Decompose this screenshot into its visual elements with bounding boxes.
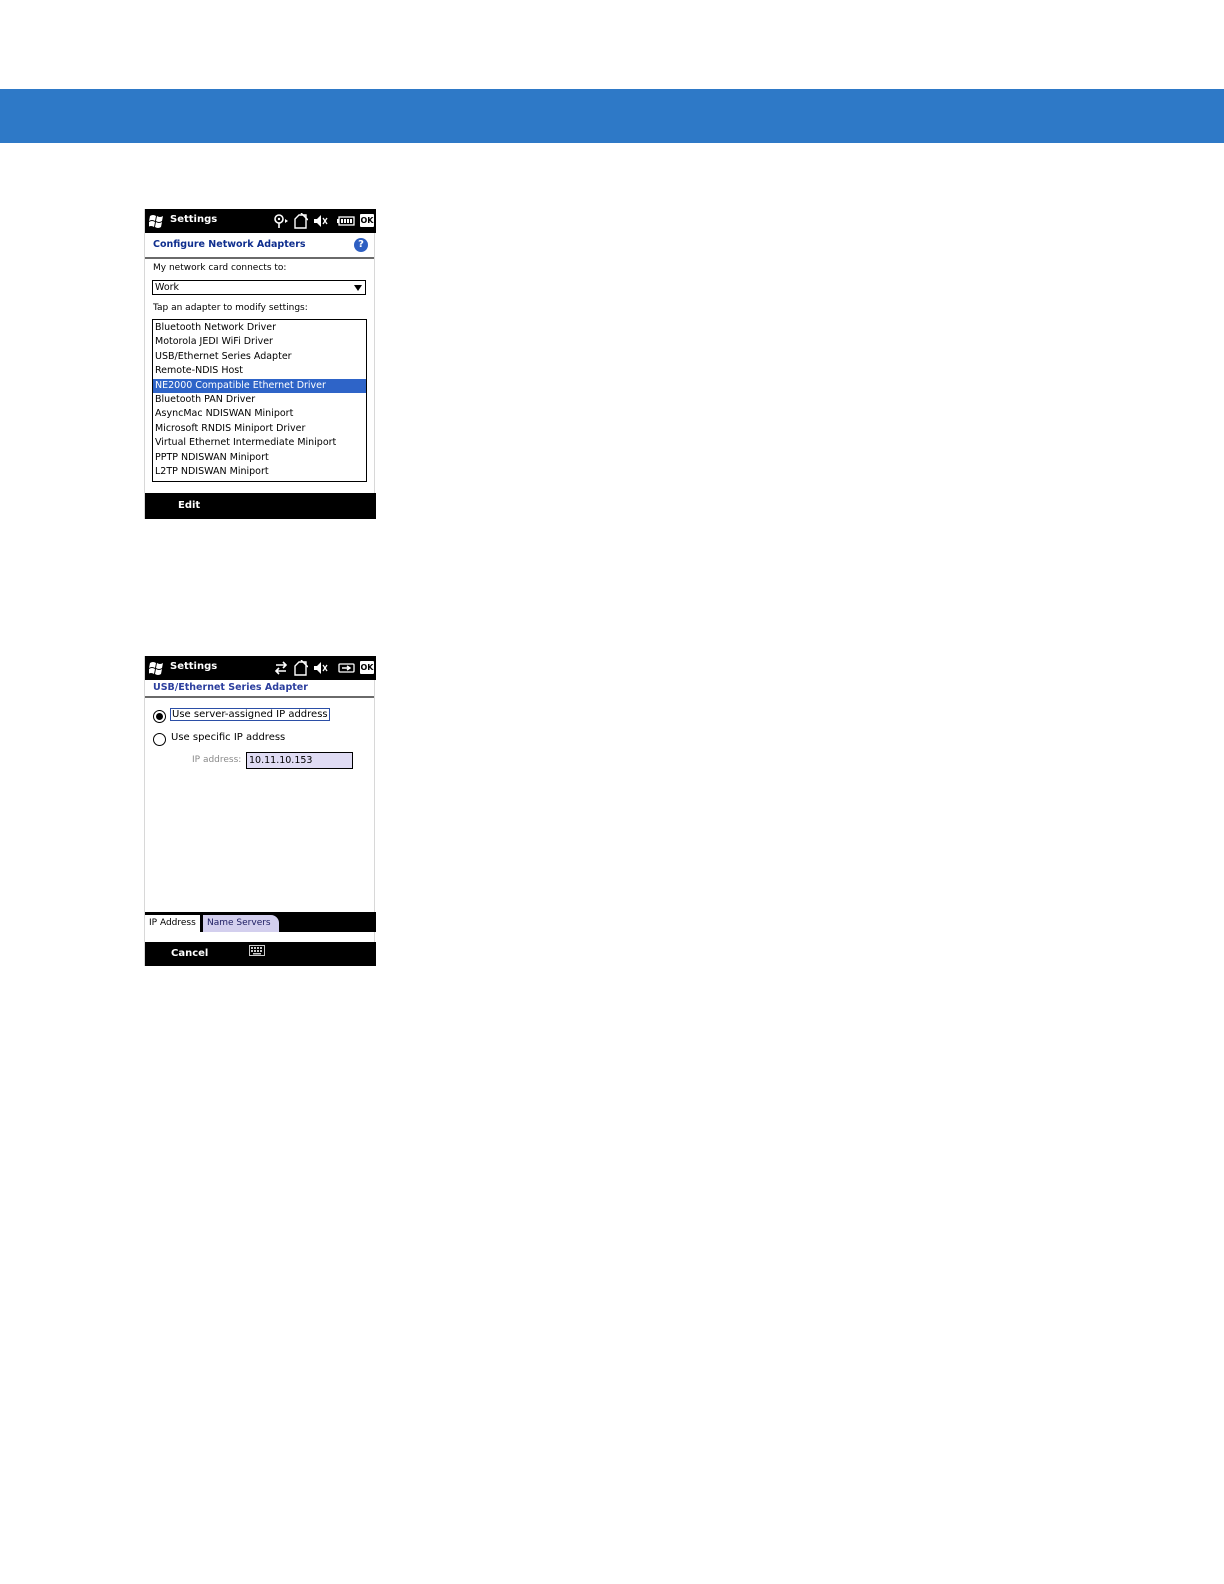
cancel-softkey[interactable]: Cancel [171,948,208,959]
title-text: Settings [170,661,218,672]
wifi-signal-icon[interactable] [273,213,289,229]
page-title: Configure Network Adapters [153,239,306,250]
page-header: Configure Network Adapters ? [145,233,374,259]
adapter-item[interactable]: Bluetooth PAN Driver [153,393,366,407]
keyboard-icon[interactable] [249,945,265,956]
adapter-list-label: Tap an adapter to modify settings: [153,303,308,313]
title-text: Settings [170,214,218,225]
speaker-mute-icon[interactable] [313,213,328,229]
windows-logo-icon[interactable] [149,661,164,675]
sync-icon[interactable] [293,660,308,676]
page-header: USB/Ethernet Series Adapter [145,680,374,698]
tab-ip-address[interactable]: IP Address [145,915,200,932]
tab-strip: IP Address Name Servers [145,912,376,932]
adapter-list[interactable]: Bluetooth Network Driver Motorola JEDI W… [152,319,367,482]
network-select[interactable]: Work [152,280,366,295]
adapter-item[interactable]: USB/Ethernet Series Adapter [153,350,366,364]
ip-address-field[interactable]: 10.11.10.153 [246,752,353,769]
edit-softkey[interactable]: Edit [178,500,200,511]
sync-icon[interactable] [293,213,308,229]
speaker-mute-icon[interactable] [313,660,328,676]
softkey-bar: Cancel [145,942,376,966]
battery-icon[interactable] [337,213,355,229]
title-bar: Settings OK [145,209,376,233]
ok-button[interactable]: OK [360,214,374,227]
ok-button[interactable]: OK [360,661,374,674]
data-transfer-icon[interactable] [273,660,289,676]
adapter-item[interactable]: PPTP NDISWAN Miniport [153,451,366,465]
page-banner [0,89,1224,143]
adapter-item[interactable]: Remote-NDIS Host [153,364,366,378]
server-assigned-label[interactable]: Use server-assigned IP address [170,708,330,721]
help-icon[interactable]: ? [354,238,368,252]
adapter-item-selected[interactable]: NE2000 Compatible Ethernet Driver [153,378,366,393]
network-select-value: Work [155,282,180,293]
windows-logo-icon[interactable] [149,214,164,228]
chevron-down-icon[interactable] [354,285,362,291]
server-assigned-radio[interactable] [153,710,166,723]
adapter-item[interactable]: Virtual Ethernet Intermediate Miniport [153,436,366,450]
adapter-item[interactable]: Motorola JEDI WiFi Driver [153,335,366,349]
configure-network-adapters-screen: Settings OK Configure Network Adapters ?… [144,209,376,519]
adapter-item[interactable]: L2TP NDISWAN Miniport [153,465,366,479]
page-title: USB/Ethernet Series Adapter [153,682,308,693]
adapter-item[interactable]: AsyncMac NDISWAN Miniport [153,407,366,421]
adapter-item[interactable]: Microsoft RNDIS Miniport Driver [153,422,366,436]
softkey-bar: Edit [145,493,376,519]
connects-to-label: My network card connects to: [153,263,287,273]
adapter-item[interactable]: Bluetooth Network Driver [153,321,366,335]
specific-ip-label[interactable]: Use specific IP address [170,732,286,743]
title-bar: Settings OK [145,656,376,680]
specific-ip-radio[interactable] [153,733,166,746]
usb-ethernet-adapter-screen: Settings OK USB/Ethernet Series Adapter … [144,656,376,966]
ip-address-label: IP address: [192,755,242,765]
tab-name-servers[interactable]: Name Servers [203,915,279,932]
charging-icon[interactable] [337,660,355,676]
